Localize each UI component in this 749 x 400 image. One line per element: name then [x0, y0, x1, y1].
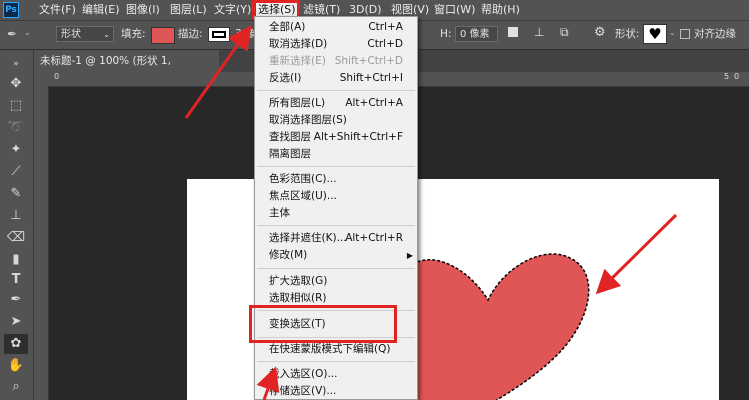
- menu-item-find-layers[interactable]: 查找图层 Alt+Shift+Ctrl+F: [255, 129, 417, 146]
- menu-item-isolate-layers[interactable]: 隔离图层: [255, 146, 417, 163]
- transform-selection-highlight: [249, 305, 397, 343]
- menu-separator: [257, 268, 415, 269]
- menu-item-color-range[interactable]: 色彩范围(C)...: [255, 171, 417, 188]
- menu-item-select-and-mask[interactable]: 选择并遮住(K)... Alt+Ctrl+R: [255, 230, 417, 247]
- menu-item-subject[interactable]: 主体: [255, 205, 417, 222]
- menu-item-reselect[interactable]: 重新选择(E) Shift+Ctrl+D: [255, 53, 417, 70]
- menu-item-quick-mask[interactable]: 在快速蒙版模式下编辑(Q): [255, 341, 417, 358]
- menu-item-inverse[interactable]: 反选(I) Shift+Ctrl+I: [255, 70, 417, 87]
- menu-item-grow[interactable]: 扩大选取(G): [255, 273, 417, 290]
- menu-item-focus-area[interactable]: 焦点区域(U)...: [255, 188, 417, 205]
- menu-item-all[interactable]: 全部(A) Ctrl+A: [255, 19, 417, 36]
- menu-separator: [257, 90, 415, 91]
- menu-item-deselect-layers[interactable]: 取消选择图层(S): [255, 112, 417, 129]
- menu-item-load-selection[interactable]: 载入选区(O)...: [255, 366, 417, 383]
- menu-separator: [257, 361, 415, 362]
- menu-item-deselect[interactable]: 取消选择(D) Ctrl+D: [255, 36, 417, 53]
- menu-item-modify[interactable]: 修改(M) ▶: [255, 247, 417, 264]
- menu-item-save-selection[interactable]: 存储选区(V)...: [255, 383, 417, 400]
- menu-separator: [257, 225, 415, 226]
- submenu-arrow-icon: ▶: [406, 251, 413, 260]
- menu-separator: [257, 166, 415, 167]
- menu-item-all-layers[interactable]: 所有图层(L) Alt+Ctrl+A: [255, 95, 417, 112]
